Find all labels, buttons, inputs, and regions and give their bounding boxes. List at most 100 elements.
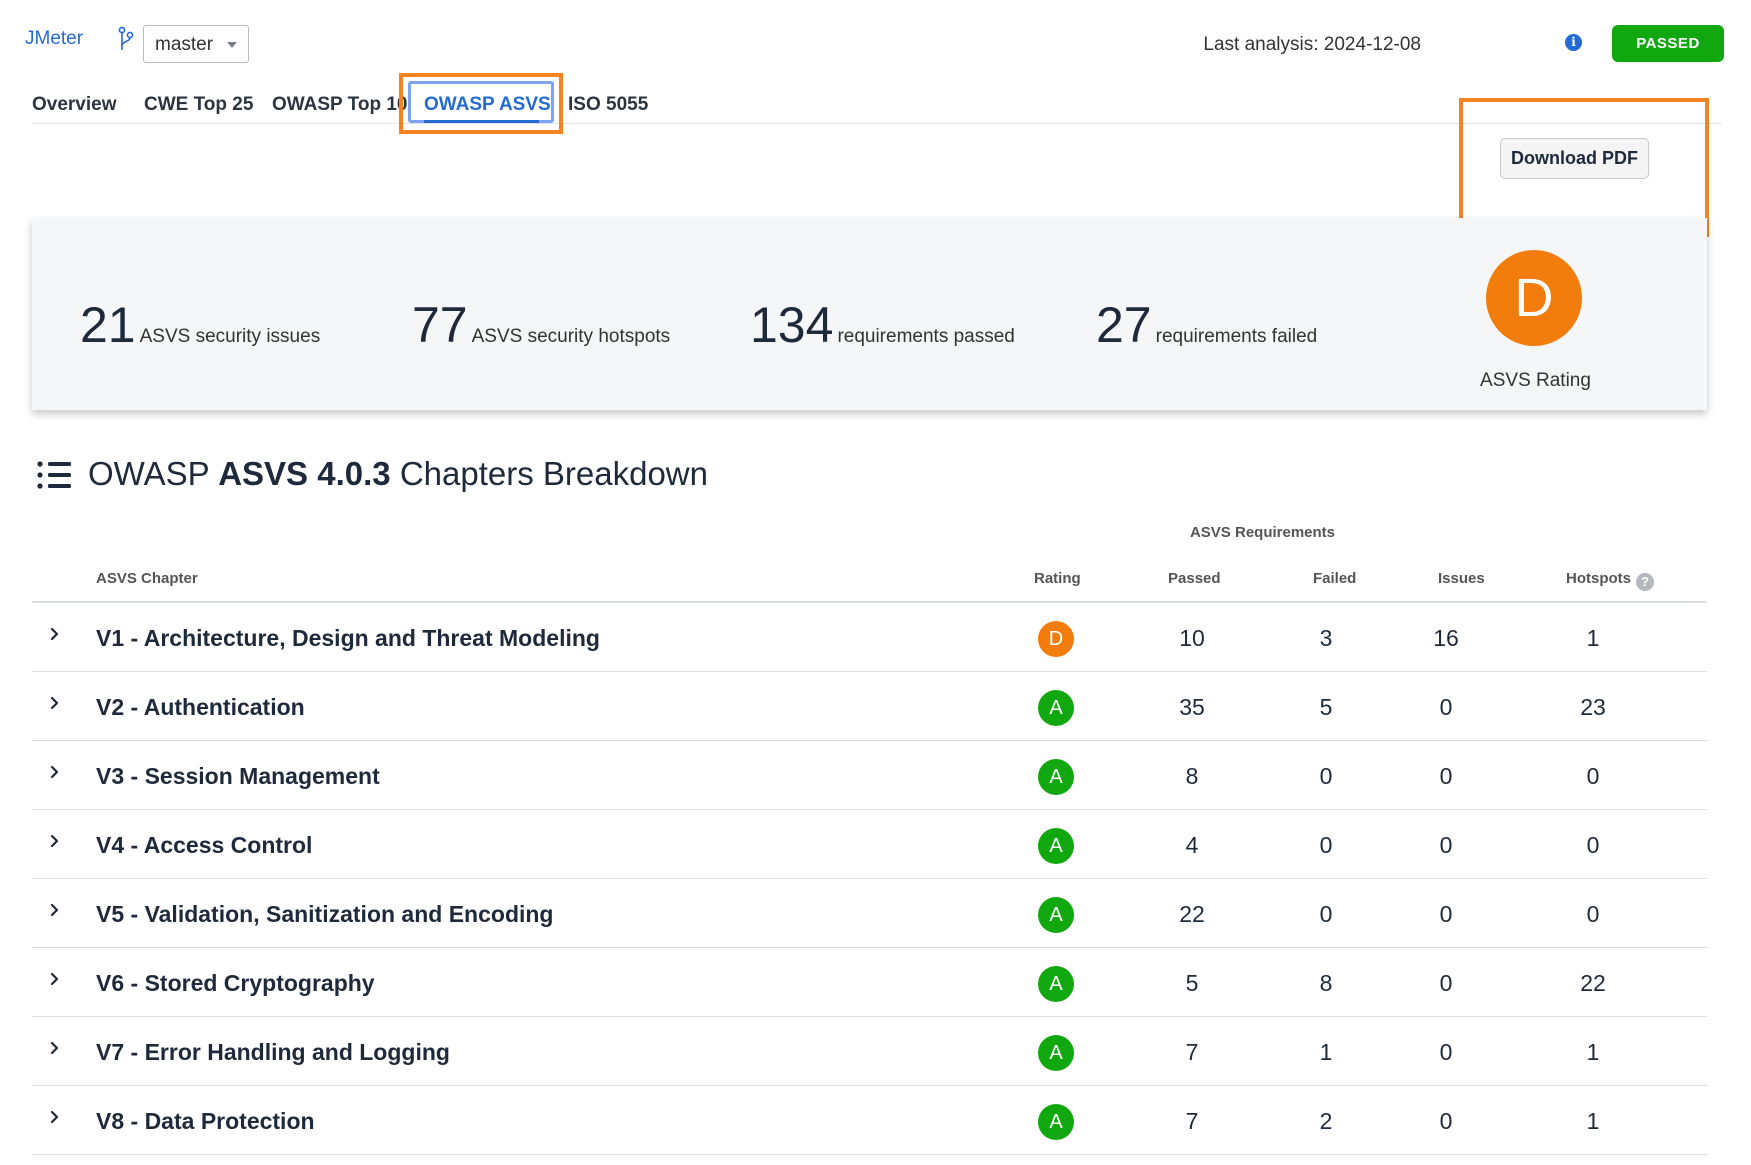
metric-requirements-failed: 27 requirements failed [1096, 296, 1317, 354]
chapter-name[interactable]: V5 - Validation, Sanitization and Encodi… [96, 901, 553, 928]
rating-badge: A [1038, 897, 1074, 933]
branch-select[interactable]: master [143, 25, 249, 63]
chevron-right-icon[interactable] [50, 972, 60, 986]
metric-label: requirements passed [837, 326, 1015, 347]
branch-select-value: master [155, 34, 214, 55]
tab-owasp-top-10[interactable]: OWASP Top 10 [272, 94, 408, 116]
summary-panel: 21 ASVS security issues 77 ASVS security h… [32, 218, 1707, 410]
download-pdf-button[interactable]: Download PDF [1500, 138, 1649, 179]
hotspots-count[interactable]: 23 [1553, 694, 1633, 721]
column-header-chapter: ASVS Chapter [96, 570, 198, 587]
column-header-hotspots-label: Hotspots [1566, 570, 1631, 587]
metric-security-hotspots: 77 ASVS security hotspots [412, 296, 670, 354]
hotspots-count[interactable]: 1 [1553, 1108, 1633, 1135]
column-header-passed: Passed [1168, 570, 1221, 587]
passed-count: 7 [1185, 1108, 1199, 1134]
failed-count: 0 [1319, 832, 1333, 858]
failed-count: 8 [1319, 970, 1333, 996]
issues-count[interactable]: 0 [1406, 832, 1486, 859]
highlight-box-tab [399, 73, 563, 134]
chapter-name[interactable]: V7 - Error Handling and Logging [96, 1039, 450, 1066]
metric-value: 134 [750, 297, 834, 353]
issues-count[interactable]: 0 [1406, 1108, 1486, 1135]
column-header-failed: Failed [1313, 570, 1357, 587]
chevron-down-icon [227, 42, 237, 48]
failed-count: 2 [1319, 1108, 1333, 1134]
table-row[interactable]: V3 - Session Management A 8 0 0 0 [32, 741, 1707, 810]
chevron-right-icon[interactable] [50, 903, 60, 917]
chevron-right-icon[interactable] [50, 1110, 60, 1124]
metric-label: requirements failed [1155, 326, 1318, 347]
issues-count[interactable]: 16 [1406, 625, 1486, 652]
issues-count[interactable]: 0 [1406, 901, 1486, 928]
hotspots-count[interactable]: 1 [1553, 625, 1633, 652]
rating-badge: A [1038, 828, 1074, 864]
hotspots-count[interactable]: 0 [1553, 763, 1633, 790]
table-row[interactable]: V5 - Validation, Sanitization and Encodi… [32, 879, 1707, 948]
tab-iso-5055[interactable]: ISO 5055 [568, 94, 648, 116]
top-bar: JMeter master Last analysis: 2024-12-08 … [0, 0, 1751, 80]
quality-gate-status-badge: PASSED [1612, 25, 1724, 62]
tab-overview[interactable]: Overview [32, 94, 117, 116]
chevron-right-icon[interactable] [50, 765, 60, 779]
column-header-rating: Rating [1034, 570, 1081, 587]
section-title-prefix: OWASP [88, 455, 210, 492]
metric-value: 27 [1096, 297, 1152, 353]
list-icon [37, 461, 71, 489]
column-header-hotspots: Hotspots? [1566, 570, 1654, 591]
project-link[interactable]: JMeter [25, 28, 83, 50]
hotspots-count[interactable]: 0 [1553, 832, 1633, 859]
chevron-right-icon[interactable] [50, 627, 60, 641]
last-analysis: Last analysis: 2024-12-08 [1203, 34, 1421, 55]
passed-count: 7 [1185, 1039, 1199, 1065]
chapter-name[interactable]: V3 - Session Management [96, 763, 380, 790]
passed-count: 10 [1179, 625, 1205, 651]
issues-count[interactable]: 0 [1406, 694, 1486, 721]
passed-count: 35 [1179, 694, 1205, 720]
hotspots-count[interactable]: 0 [1553, 901, 1633, 928]
column-header-issues: Issues [1438, 570, 1485, 587]
failed-count: 1 [1319, 1039, 1333, 1065]
table-row[interactable]: V4 - Access Control A 4 0 0 0 [32, 810, 1707, 879]
tab-cwe-top-25[interactable]: CWE Top 25 [144, 94, 253, 116]
table-row[interactable]: V8 - Data Protection A 7 2 0 1 [32, 1086, 1707, 1155]
chapter-name[interactable]: V2 - Authentication [96, 694, 305, 721]
table-row[interactable]: V7 - Error Handling and Logging A 7 1 0 1 [32, 1017, 1707, 1086]
metric-label: ASVS security issues [139, 326, 321, 347]
rating-badge: A [1038, 690, 1074, 726]
chevron-right-icon[interactable] [50, 696, 60, 710]
rating-badge: A [1038, 966, 1074, 1002]
chapter-name[interactable]: V4 - Access Control [96, 832, 312, 859]
section-title-text: OWASP ASVS 4.0.3 Chapters Breakdown [88, 455, 708, 493]
issues-count[interactable]: 0 [1406, 1039, 1486, 1066]
section-title-version: ASVS 4.0.3 [218, 455, 391, 492]
table-row[interactable]: V2 - Authentication A 35 5 0 23 [32, 672, 1707, 741]
table-row[interactable]: V1 - Architecture, Design and Threat Mod… [32, 603, 1707, 672]
chapter-name[interactable]: V6 - Stored Cryptography [96, 970, 375, 997]
chapter-name[interactable]: V1 - Architecture, Design and Threat Mod… [96, 625, 600, 652]
issues-count[interactable]: 0 [1406, 763, 1486, 790]
hotspots-count[interactable]: 22 [1553, 970, 1633, 997]
chapter-name[interactable]: V8 - Data Protection [96, 1108, 315, 1135]
metric-requirements-passed: 134 requirements passed [750, 296, 1015, 354]
rating-badge: A [1038, 1104, 1074, 1140]
rating-badge: A [1038, 1035, 1074, 1071]
metric-value: 21 [80, 297, 136, 353]
metric-label: ASVS security hotspots [471, 326, 671, 347]
info-icon[interactable]: i [1565, 34, 1582, 51]
branch-icon [118, 26, 134, 50]
requirements-group-header: ASVS Requirements [1189, 524, 1336, 541]
chevron-right-icon[interactable] [50, 1041, 60, 1055]
help-icon[interactable]: ? [1636, 573, 1654, 591]
asvs-rating-badge: D [1486, 250, 1582, 346]
rating-badge: A [1038, 759, 1074, 795]
asvs-rating-label: ASVS Rating [1480, 370, 1591, 391]
metric-security-issues: 21 ASVS security issues [80, 296, 320, 354]
rating-badge: D [1038, 621, 1074, 657]
table-row[interactable]: V6 - Stored Cryptography A 5 8 0 22 [32, 948, 1707, 1017]
section-title-suffix: Chapters Breakdown [399, 455, 708, 492]
chevron-right-icon[interactable] [50, 834, 60, 848]
passed-count: 5 [1185, 970, 1199, 996]
hotspots-count[interactable]: 1 [1553, 1039, 1633, 1066]
issues-count[interactable]: 0 [1406, 970, 1486, 997]
